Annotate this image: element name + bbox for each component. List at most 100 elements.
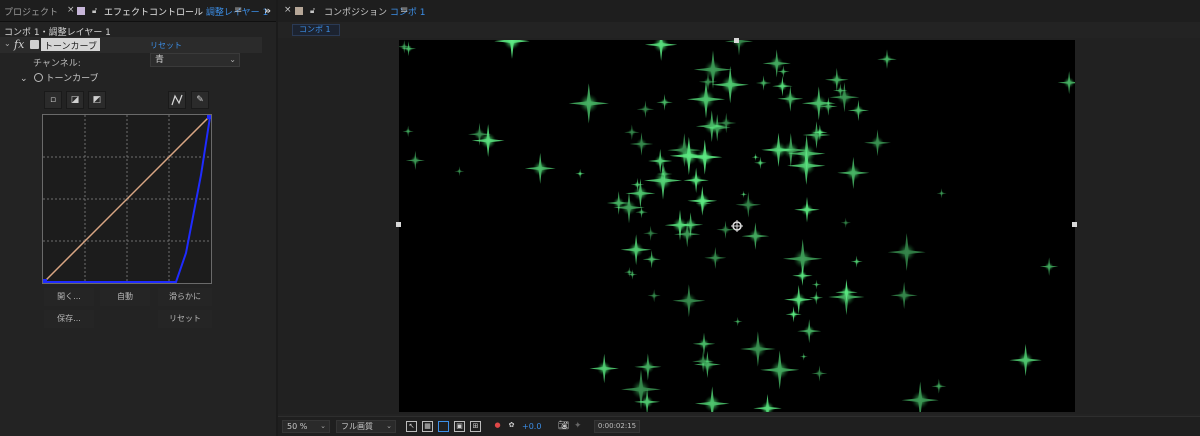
effect-reset-link[interactable]: リセット bbox=[150, 40, 182, 51]
sparkle bbox=[809, 290, 824, 305]
effect-type-icon bbox=[30, 40, 39, 49]
composition-viewer[interactable] bbox=[278, 38, 1200, 414]
tone-curve-graph[interactable] bbox=[42, 114, 212, 284]
fx-icon[interactable]: fx bbox=[14, 38, 24, 51]
zoom-value: 50 % bbox=[287, 422, 308, 431]
sparkle bbox=[887, 233, 926, 272]
pencil-tool-icon[interactable]: ✎ bbox=[191, 91, 209, 109]
sparkle bbox=[837, 156, 870, 189]
layer-handle-right[interactable] bbox=[1072, 222, 1077, 227]
sparkle bbox=[642, 250, 661, 269]
color-management-icon[interactable]: ✿ bbox=[506, 421, 517, 432]
open-button[interactable]: 開く... bbox=[44, 288, 94, 306]
sparkle bbox=[575, 168, 586, 179]
sparkle bbox=[636, 100, 655, 119]
comp-breadcrumb-chip[interactable]: コンポ 1 bbox=[292, 24, 340, 36]
tab-effect-controls-label: エフェクトコントロール bbox=[104, 8, 204, 18]
large-graph-icon[interactable]: ◩ bbox=[88, 91, 106, 109]
curve-point[interactable] bbox=[207, 115, 211, 119]
sparkle bbox=[784, 284, 814, 315]
close-icon[interactable]: × bbox=[284, 5, 292, 15]
sparkle bbox=[828, 278, 865, 316]
sparkle bbox=[877, 49, 897, 70]
sparkle bbox=[687, 186, 718, 216]
sparkle bbox=[735, 191, 762, 218]
right-tab-bar: × 🔓︎ コンポジション コンポ 1 ≡ bbox=[278, 0, 1200, 22]
resolution-select[interactable]: フル画質 ⌄ bbox=[336, 420, 396, 433]
sparkle bbox=[740, 331, 776, 367]
region-of-interest-icon[interactable]: ▣ bbox=[454, 421, 465, 432]
mask-visibility-icon[interactable] bbox=[438, 421, 449, 432]
sparkle bbox=[694, 386, 730, 412]
tab-effect-controls[interactable]: エフェクトコントロール 調整レイヤー 1 bbox=[104, 5, 268, 18]
tone-curve-label: トーンカーブ bbox=[45, 74, 99, 84]
sparkle bbox=[811, 279, 822, 290]
sparkle bbox=[801, 86, 836, 121]
viewer-footer: 50 % ⌄ フル画質 ⌄ ↖ ▦ ▣ ⊞ ● ✿ +0.0 📷︎ ✦ 0:00… bbox=[278, 416, 1200, 436]
small-graph-icon[interactable]: ▫ bbox=[44, 91, 62, 109]
composition-canvas[interactable] bbox=[399, 40, 1075, 412]
smooth-button[interactable]: 滑らかに bbox=[158, 288, 212, 306]
sparkle bbox=[1057, 71, 1075, 95]
current-time-display[interactable]: 0:00:02:15 bbox=[594, 420, 640, 433]
tone-curve-property[interactable]: ⌄ トーンカーブ bbox=[20, 71, 99, 84]
sparkle bbox=[824, 67, 849, 92]
layer-handle-left[interactable] bbox=[396, 222, 401, 227]
app-window: プロジェクト × 🔓︎ エフェクトコントロール 調整レイヤー 1 ≡ » コンポ… bbox=[0, 0, 1200, 436]
sparkle bbox=[931, 378, 947, 394]
effect-name[interactable]: トーンカーブ bbox=[41, 38, 101, 52]
sparkle bbox=[692, 332, 716, 356]
sparkle bbox=[672, 284, 706, 318]
channel-label: チャンネル: bbox=[33, 59, 81, 69]
save-button[interactable]: 保存... bbox=[44, 310, 94, 328]
close-icon[interactable]: × bbox=[67, 5, 75, 15]
stopwatch-icon[interactable] bbox=[33, 73, 43, 82]
chevron-down-icon: ⌄ bbox=[229, 55, 236, 64]
sparkle bbox=[402, 125, 414, 137]
snapshot-icon[interactable]: 📷︎ bbox=[558, 421, 569, 431]
exposure-value[interactable]: +0.0 bbox=[522, 422, 541, 431]
lock-icon[interactable]: 🔓︎ bbox=[92, 6, 97, 16]
sparkle bbox=[864, 129, 891, 157]
sparkle bbox=[589, 353, 619, 384]
sparkle bbox=[799, 352, 808, 361]
sparkle bbox=[695, 110, 728, 143]
tab-composition[interactable]: コンポジション コンポ 1 bbox=[324, 5, 425, 18]
effect-header-row[interactable]: ⌄ fx トーンカーブ リセット bbox=[0, 37, 262, 53]
anchor-point-icon[interactable] bbox=[731, 220, 743, 232]
show-snapshot-icon[interactable]: ✦ bbox=[574, 421, 582, 431]
panel-menu-icon[interactable]: ≡ bbox=[234, 5, 242, 16]
sparkle bbox=[1039, 257, 1059, 276]
chevron-down-icon[interactable]: ⌄ bbox=[4, 39, 11, 48]
auto-button[interactable]: 自動 bbox=[100, 288, 150, 306]
tab-project[interactable]: プロジェクト bbox=[4, 5, 58, 18]
sparkle bbox=[405, 150, 425, 170]
guides-icon[interactable]: ⊞ bbox=[470, 421, 481, 432]
sparkle bbox=[733, 316, 743, 327]
channel-select[interactable]: 青 ⌄ bbox=[150, 53, 240, 67]
sparkle bbox=[811, 365, 828, 382]
bezier-curve-tool-icon[interactable] bbox=[168, 91, 186, 109]
fast-preview-icon[interactable]: ↖ bbox=[406, 421, 417, 432]
panel-menu-icon[interactable]: ≡ bbox=[400, 5, 408, 16]
chevron-down-icon: ⌄ bbox=[386, 422, 392, 430]
tone-curve-svg[interactable] bbox=[42, 114, 212, 284]
sparkle bbox=[643, 225, 659, 241]
channel-color-icon[interactable]: ● bbox=[492, 421, 503, 432]
expand-panels-icon[interactable]: » bbox=[264, 4, 271, 17]
sparkle bbox=[647, 289, 661, 303]
zoom-select[interactable]: 50 % ⌄ bbox=[282, 420, 330, 433]
sparkle bbox=[755, 75, 772, 91]
layer-handle-top[interactable] bbox=[734, 38, 739, 43]
medium-graph-icon[interactable]: ◪ bbox=[66, 91, 84, 109]
lock-icon[interactable]: 🔓︎ bbox=[310, 6, 315, 16]
reset-button[interactable]: リセット bbox=[158, 310, 212, 328]
composition-panel: × 🔓︎ コンポジション コンポ 1 ≡ コンポ 1 50 % ⌄ フル画質 ⌄… bbox=[278, 0, 1200, 436]
sparkle bbox=[620, 234, 652, 266]
chevron-down-icon[interactable]: ⌄ bbox=[20, 74, 28, 84]
sparkle bbox=[890, 281, 918, 309]
sparkle bbox=[739, 190, 748, 199]
sparkle bbox=[794, 196, 820, 223]
curve-point[interactable] bbox=[43, 279, 47, 283]
transparency-grid-icon[interactable]: ▦ bbox=[422, 421, 433, 432]
